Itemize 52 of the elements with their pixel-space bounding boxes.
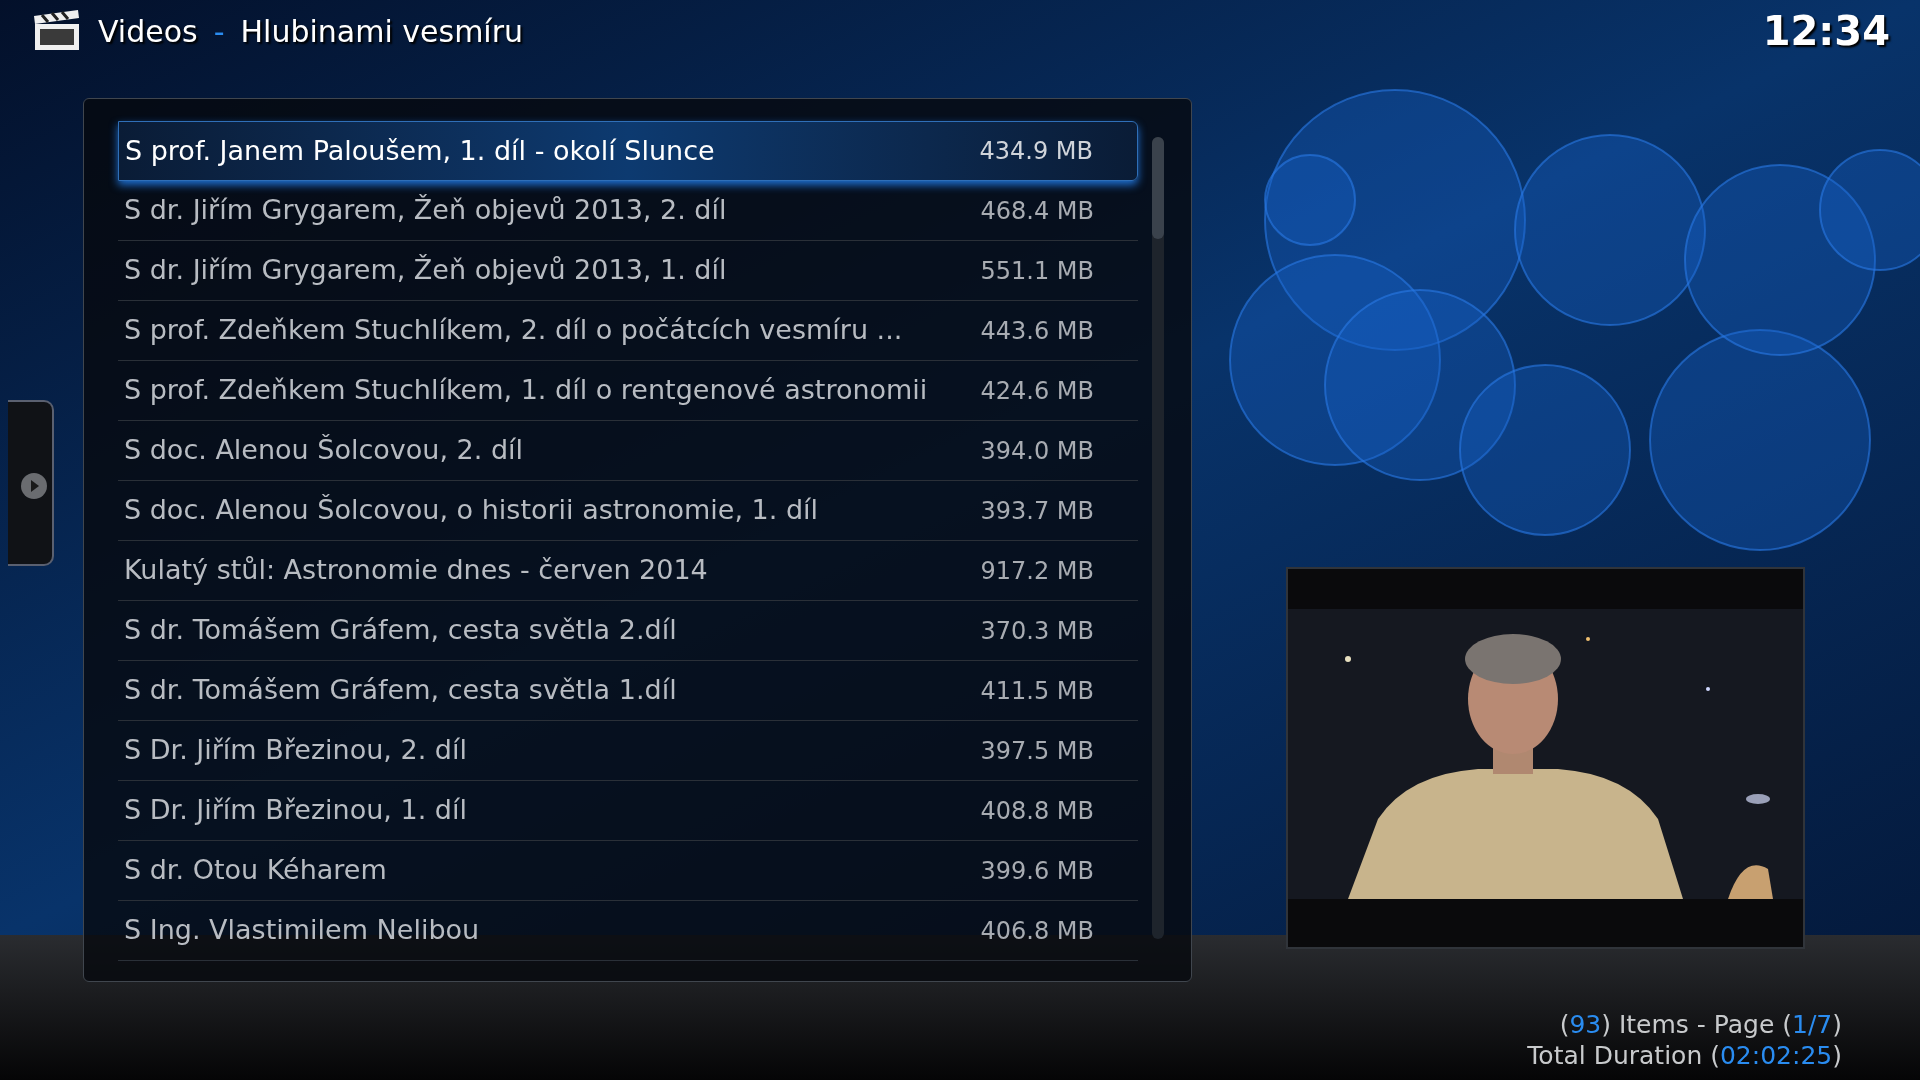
video-title: S Dr. Jiřím Březinou, 2. díl	[124, 733, 467, 768]
video-title: S dr. Tomášem Gráfem, cesta světla 1.díl	[124, 673, 677, 708]
list-item[interactable]: S Dr. Jiřím Březinou, 2. díl 397.5 MB	[118, 721, 1138, 781]
items-count: (93) Items - Page (1/7)	[1559, 1009, 1842, 1040]
file-size: 551.1 MB	[980, 255, 1094, 287]
video-title: S dr. Jiřím Grygarem, Žeň objevů 2013, 2. díl	[124, 193, 727, 228]
file-size: 406.8 MB	[980, 915, 1094, 947]
list-item[interactable]: Kulatý stůl: Astronomie dnes - červen 2014 917.2 MB	[118, 541, 1138, 601]
scrollbar-thumb[interactable]	[1152, 137, 1164, 239]
list-item[interactable]: S dr. Jiřím Grygarem, Žeň objevů 2013, 1. díl 551.1 MB	[118, 241, 1138, 301]
folder-title: Hlubinami vesmíru	[240, 12, 524, 51]
list-item[interactable]: S dr. Tomášem Gráfem, cesta světla 1.díl 411.5 MB	[118, 661, 1138, 721]
clapperboard-icon	[32, 10, 82, 52]
list-item[interactable]: S Dr. Jiřím Březinou, 1. díl 408.8 MB	[118, 781, 1138, 841]
video-title: S Ing. Vlastimilem Nelibou	[124, 913, 480, 948]
arrow-button-icon[interactable]	[20, 472, 48, 500]
list-item[interactable]: S prof. Janem Paloušem, 1. díl - okolí Slunce 434.9 MB	[118, 121, 1138, 181]
file-size: 443.6 MB	[980, 315, 1094, 347]
total-duration: Total Duration (02:02:25)	[1527, 1040, 1842, 1071]
list-item[interactable]: S Ing. Vlastimilem Nelibou 406.8 MB	[118, 901, 1138, 961]
file-size: 399.6 MB	[980, 855, 1094, 887]
list-item[interactable]: S prof. Zdeňkem Stuchlíkem, 2. díl o počátcích vesmíru ... 443.6 MB	[118, 301, 1138, 361]
scrollbar-track[interactable]	[1152, 137, 1164, 939]
file-size: 434.9 MB	[979, 136, 1093, 167]
list-item[interactable]: S dr. Jiřím Grygarem, Žeň objevů 2013, 2. díl 468.4 MB	[118, 181, 1138, 241]
video-title: S prof. Zdeňkem Stuchlíkem, 2. díl o počátcích vesmíru ...	[124, 313, 903, 348]
video-title: S dr. Otou Kéharem	[124, 853, 387, 888]
list-item[interactable]: S doc. Alenou Šolcovou, 2. díl 394.0 MB	[118, 421, 1138, 481]
video-title: S prof. Janem Paloušem, 1. díl - okolí Slunce	[125, 133, 715, 168]
file-size: 397.5 MB	[980, 735, 1094, 767]
clock: 12:34	[1762, 7, 1890, 56]
list-item[interactable]: S doc. Alenou Šolcovou, o historii astronomie, 1. díl 393.7 MB	[118, 481, 1138, 541]
file-size: 393.7 MB	[980, 495, 1094, 527]
video-title: S prof. Zdeňkem Stuchlíkem, 1. díl o rentgenové astronomii	[124, 373, 928, 408]
list-item[interactable]: S dr. Otou Kéharem 399.6 MB	[118, 841, 1138, 901]
list-item[interactable]: S dr. Tomášem Gráfem, cesta světla 2.díl 370.3 MB	[118, 601, 1138, 661]
file-size: 411.5 MB	[980, 675, 1094, 707]
video-title: S doc. Alenou Šolcovou, o historii astronomie, 1. díl	[124, 493, 819, 528]
file-size: 408.8 MB	[980, 795, 1094, 827]
video-title: S doc. Alenou Šolcovou, 2. díl	[124, 433, 524, 468]
file-size: 424.6 MB	[980, 375, 1094, 407]
section-title: Videos	[98, 12, 198, 51]
video-title: Kulatý stůl: Astronomie dnes - červen 2014	[124, 553, 708, 588]
video-title: S Dr. Jiřím Březinou, 1. díl	[124, 793, 467, 828]
video-title: S dr. Jiřím Grygarem, Žeň objevů 2013, 1. díl	[124, 253, 727, 288]
video-title: S dr. Tomášem Gráfem, cesta světla 2.díl	[124, 613, 677, 648]
file-size: 370.3 MB	[980, 615, 1094, 647]
file-size: 917.2 MB	[980, 555, 1094, 587]
list-item[interactable]: S prof. Zdeňkem Stuchlíkem, 1. díl o rentgenové astronomii 424.6 MB	[118, 361, 1138, 421]
file-size: 394.0 MB	[980, 435, 1094, 467]
file-size: 468.4 MB	[980, 195, 1094, 227]
title-separator: -	[213, 12, 225, 51]
